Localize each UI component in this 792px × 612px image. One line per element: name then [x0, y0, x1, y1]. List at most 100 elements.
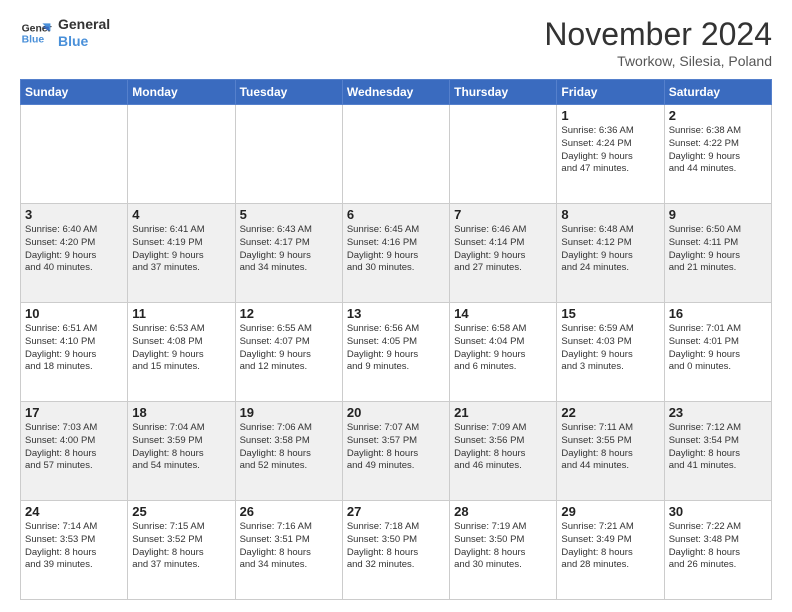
- day-number: 22: [561, 405, 659, 420]
- day-number: 25: [132, 504, 230, 519]
- day-info: Sunrise: 6:41 AM Sunset: 4:19 PM Dayligh…: [132, 224, 230, 275]
- day-info: Sunrise: 6:38 AM Sunset: 4:22 PM Dayligh…: [669, 125, 767, 176]
- table-row: [342, 105, 449, 204]
- day-info: Sunrise: 7:03 AM Sunset: 4:00 PM Dayligh…: [25, 422, 123, 473]
- day-info: Sunrise: 7:04 AM Sunset: 3:59 PM Dayligh…: [132, 422, 230, 473]
- table-row: [128, 105, 235, 204]
- day-number: 28: [454, 504, 552, 519]
- day-number: 7: [454, 207, 552, 222]
- day-info: Sunrise: 6:58 AM Sunset: 4:04 PM Dayligh…: [454, 323, 552, 374]
- day-info: Sunrise: 7:09 AM Sunset: 3:56 PM Dayligh…: [454, 422, 552, 473]
- logo: General Blue General Blue: [20, 16, 110, 50]
- page: General Blue General Blue November 2024 …: [0, 0, 792, 612]
- table-row: 16 Sunrise: 7:01 AM Sunset: 4:01 PM Dayli…: [664, 303, 771, 402]
- day-info: Sunrise: 7:21 AM Sunset: 3:49 PM Dayligh…: [561, 521, 659, 572]
- table-row: 9Sunrise: 6:50 AM Sunset: 4:11 PM Daylig…: [664, 204, 771, 303]
- day-info: Sunrise: 7:19 AM Sunset: 3:50 PM Dayligh…: [454, 521, 552, 572]
- table-row: [235, 105, 342, 204]
- svg-text:Blue: Blue: [22, 34, 45, 45]
- header-wednesday: Wednesday: [342, 80, 449, 105]
- table-row: 12 Sunrise: 6:55 AM Sunset: 4:07 PM Dayli…: [235, 303, 342, 402]
- calendar-header-row: Sunday Monday Tuesday Wednesday Thursday…: [21, 80, 772, 105]
- table-row: [21, 105, 128, 204]
- table-row: 30 Sunrise: 7:22 AM Sunset: 3:48 PM Dayli…: [664, 501, 771, 600]
- day-info: Sunrise: 7:11 AM Sunset: 3:55 PM Dayligh…: [561, 422, 659, 473]
- table-row: 5 Sunrise: 6:43 AM Sunset: 4:17 PM Daylig…: [235, 204, 342, 303]
- table-row: 2 Sunrise: 6:38 AM Sunset: 4:22 PM Daylig…: [664, 105, 771, 204]
- day-number: 23: [669, 405, 767, 420]
- table-row: 19 Sunrise: 7:06 AM Sunset: 3:58 PM Dayli…: [235, 402, 342, 501]
- day-number: 5: [240, 207, 338, 222]
- day-info: Sunrise: 6:56 AM Sunset: 4:05 PM Dayligh…: [347, 323, 445, 374]
- table-row: 7 Sunrise: 6:46 AM Sunset: 4:14 PM Daylig…: [450, 204, 557, 303]
- calendar-week-row-4: 24 Sunrise: 7:14 AM Sunset: 3:53 PM Dayli…: [21, 501, 772, 600]
- day-number: 27: [347, 504, 445, 519]
- day-info: Sunrise: 7:14 AM Sunset: 3:53 PM Dayligh…: [25, 521, 123, 572]
- day-info: Sunrise: 6:45 AM Sunset: 4:16 PM Dayligh…: [347, 224, 445, 275]
- logo-text-line1: General: [58, 16, 110, 33]
- day-number: 12: [240, 306, 338, 321]
- day-number: 1: [561, 108, 659, 123]
- table-row: 25 Sunrise: 7:15 AM Sunset: 3:52 PM Dayli…: [128, 501, 235, 600]
- day-number: 21: [454, 405, 552, 420]
- day-info: Sunrise: 7:06 AM Sunset: 3:58 PM Dayligh…: [240, 422, 338, 473]
- month-title: November 2024: [544, 16, 772, 53]
- table-row: 13 Sunrise: 6:56 AM Sunset: 4:05 PM Dayli…: [342, 303, 449, 402]
- day-info: Sunrise: 6:48 AM Sunset: 4:12 PM Dayligh…: [561, 224, 659, 275]
- day-info: Sunrise: 6:53 AM Sunset: 4:08 PM Dayligh…: [132, 323, 230, 374]
- day-number: 30: [669, 504, 767, 519]
- day-info: Sunrise: 7:22 AM Sunset: 3:48 PM Dayligh…: [669, 521, 767, 572]
- table-row: 24 Sunrise: 7:14 AM Sunset: 3:53 PM Dayli…: [21, 501, 128, 600]
- header-saturday: Saturday: [664, 80, 771, 105]
- table-row: 3Sunrise: 6:40 AM Sunset: 4:20 PM Daylig…: [21, 204, 128, 303]
- day-number: 16: [669, 306, 767, 321]
- day-number: 2: [669, 108, 767, 123]
- table-row: 14 Sunrise: 6:58 AM Sunset: 4:04 PM Dayli…: [450, 303, 557, 402]
- day-number: 19: [240, 405, 338, 420]
- table-row: 23 Sunrise: 7:12 AM Sunset: 3:54 PM Dayli…: [664, 402, 771, 501]
- day-info: Sunrise: 7:16 AM Sunset: 3:51 PM Dayligh…: [240, 521, 338, 572]
- calendar-week-row-3: 17 Sunrise: 7:03 AM Sunset: 4:00 PM Dayli…: [21, 402, 772, 501]
- header: General Blue General Blue November 2024 …: [20, 16, 772, 69]
- table-row: 4 Sunrise: 6:41 AM Sunset: 4:19 PM Daylig…: [128, 204, 235, 303]
- table-row: 1 Sunrise: 6:36 AM Sunset: 4:24 PM Daylig…: [557, 105, 664, 204]
- day-number: 20: [347, 405, 445, 420]
- table-row: 28 Sunrise: 7:19 AM Sunset: 3:50 PM Dayli…: [450, 501, 557, 600]
- table-row: 26 Sunrise: 7:16 AM Sunset: 3:51 PM Dayli…: [235, 501, 342, 600]
- day-info: Sunrise: 6:46 AM Sunset: 4:14 PM Dayligh…: [454, 224, 552, 275]
- table-row: 27 Sunrise: 7:18 AM Sunset: 3:50 PM Dayli…: [342, 501, 449, 600]
- table-row: 20 Sunrise: 7:07 AM Sunset: 3:57 PM Dayli…: [342, 402, 449, 501]
- header-friday: Friday: [557, 80, 664, 105]
- day-info: Sunrise: 6:43 AM Sunset: 4:17 PM Dayligh…: [240, 224, 338, 275]
- day-number: 29: [561, 504, 659, 519]
- header-tuesday: Tuesday: [235, 80, 342, 105]
- day-info: Sunrise: 7:18 AM Sunset: 3:50 PM Dayligh…: [347, 521, 445, 572]
- table-row: 21 Sunrise: 7:09 AM Sunset: 3:56 PM Dayli…: [450, 402, 557, 501]
- day-info: Sunrise: 7:12 AM Sunset: 3:54 PM Dayligh…: [669, 422, 767, 473]
- day-number: 8: [561, 207, 659, 222]
- day-info: Sunrise: 6:40 AM Sunset: 4:20 PM Dayligh…: [25, 224, 123, 275]
- day-info: Sunrise: 7:07 AM Sunset: 3:57 PM Dayligh…: [347, 422, 445, 473]
- calendar-week-row-2: 10Sunrise: 6:51 AM Sunset: 4:10 PM Dayli…: [21, 303, 772, 402]
- day-number: 4: [132, 207, 230, 222]
- day-info: Sunrise: 7:15 AM Sunset: 3:52 PM Dayligh…: [132, 521, 230, 572]
- day-number: 17: [25, 405, 123, 420]
- day-number: 13: [347, 306, 445, 321]
- day-number: 24: [25, 504, 123, 519]
- day-number: 11: [132, 306, 230, 321]
- day-number: 6: [347, 207, 445, 222]
- day-info: Sunrise: 7:01 AM Sunset: 4:01 PM Dayligh…: [669, 323, 767, 374]
- day-number: 18: [132, 405, 230, 420]
- table-row: 6 Sunrise: 6:45 AM Sunset: 4:16 PM Daylig…: [342, 204, 449, 303]
- day-number: 26: [240, 504, 338, 519]
- table-row: 8 Sunrise: 6:48 AM Sunset: 4:12 PM Daylig…: [557, 204, 664, 303]
- logo-text-line2: Blue: [58, 33, 110, 50]
- table-row: 15Sunrise: 6:59 AM Sunset: 4:03 PM Dayli…: [557, 303, 664, 402]
- day-number: 14: [454, 306, 552, 321]
- day-info: Sunrise: 6:36 AM Sunset: 4:24 PM Dayligh…: [561, 125, 659, 176]
- day-info: Sunrise: 6:55 AM Sunset: 4:07 PM Dayligh…: [240, 323, 338, 374]
- calendar-week-row-1: 3Sunrise: 6:40 AM Sunset: 4:20 PM Daylig…: [21, 204, 772, 303]
- table-row: 17 Sunrise: 7:03 AM Sunset: 4:00 PM Dayli…: [21, 402, 128, 501]
- day-info: Sunrise: 6:51 AM Sunset: 4:10 PM Dayligh…: [25, 323, 123, 374]
- day-info: Sunrise: 6:59 AM Sunset: 4:03 PM Dayligh…: [561, 323, 659, 374]
